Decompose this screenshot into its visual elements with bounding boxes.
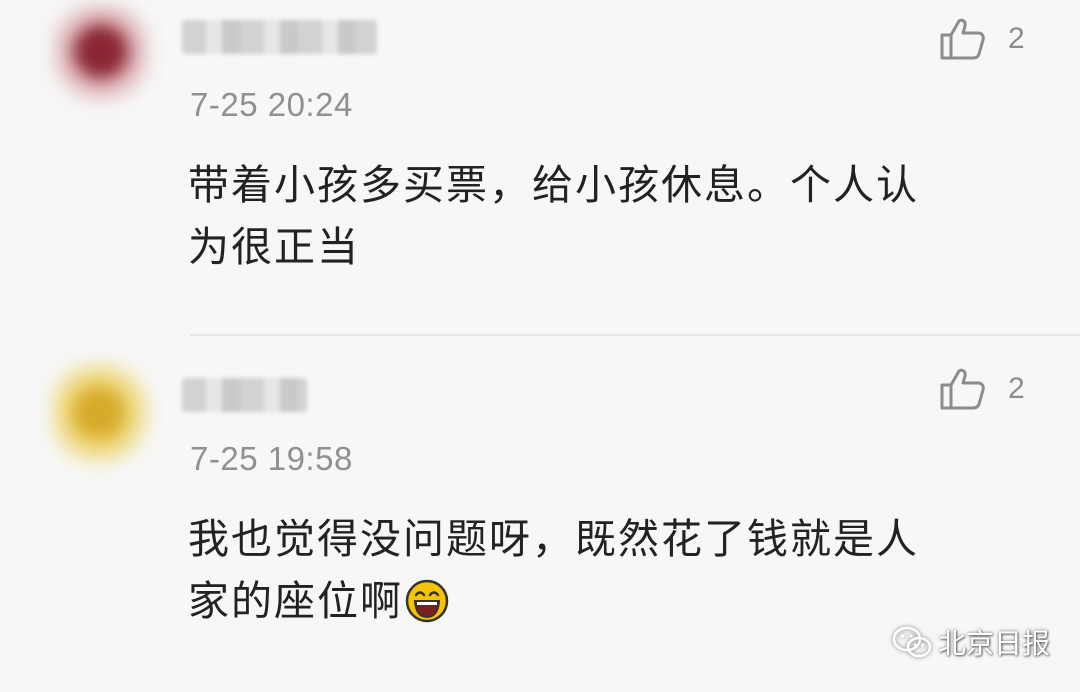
like-button[interactable]: 2: [938, 16, 1038, 62]
comment-text-line: 为很正当: [188, 223, 360, 271]
username-blurred[interactable]: [182, 20, 377, 54]
wechat-icon: [892, 626, 932, 658]
comment-text: 我也觉得没问题呀，既然花了钱就是人 家的座位啊: [188, 508, 1033, 632]
watermark-label: 北京日报: [938, 627, 1051, 660]
thumbs-up-icon: [940, 18, 985, 60]
like-count: 2: [1008, 372, 1025, 405]
comment-text-line: 我也觉得没问题呀，既然花了钱就是人: [188, 515, 919, 563]
comment-item: 2 7-25 20:24 带着小孩多买票，给小孩休息。个人认 为很正当: [0, 0, 1080, 335]
laughing-face-icon: [405, 579, 449, 623]
like-count: 2: [1008, 22, 1025, 55]
thumbs-up-icon: [940, 368, 985, 410]
comment-text-segment: 家的座位啊: [188, 577, 403, 625]
comment-timestamp: 7-25 19:58: [190, 440, 353, 477]
avatar[interactable]: [50, 2, 152, 112]
comment-text: 带着小孩多买票，给小孩休息。个人认 为很正当: [188, 154, 1033, 278]
comment-text-line: 带着小孩多买票，给小孩休息。个人认: [188, 161, 919, 209]
avatar[interactable]: [50, 360, 152, 470]
like-button[interactable]: 2: [938, 366, 1038, 412]
username-blurred[interactable]: [182, 378, 307, 412]
comment-timestamp: 7-25 20:24: [190, 86, 353, 123]
watermark: 北京日报: [892, 622, 1050, 662]
